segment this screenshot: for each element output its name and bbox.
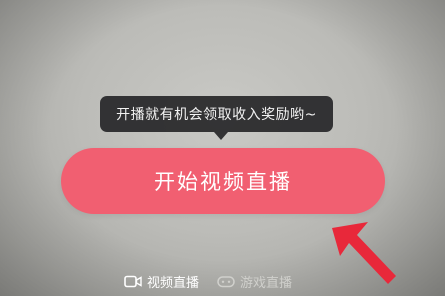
- tab-game-live[interactable]: 游戏直播: [217, 272, 292, 291]
- red-arrow-icon: [332, 222, 396, 284]
- live-mode-tabs: 视频直播 游戏直播: [124, 271, 292, 291]
- reward-tooltip: 开播就有机会领取收入奖励哟~: [100, 96, 333, 132]
- tab-video-live-label: 视频直播: [147, 275, 200, 291]
- tab-video-live[interactable]: 视频直播: [124, 272, 199, 291]
- start-video-live-label: 开始视频直播: [154, 170, 292, 194]
- start-video-live-button[interactable]: 开始视频直播: [61, 148, 385, 214]
- tooltip-text: 开播就有机会领取收入奖励哟~: [116, 107, 317, 123]
- gamepad-icon: [217, 275, 235, 287]
- video-camera-icon: [124, 275, 142, 287]
- tab-game-live-label: 游戏直播: [240, 275, 293, 291]
- tooltip-pointer: [214, 132, 228, 140]
